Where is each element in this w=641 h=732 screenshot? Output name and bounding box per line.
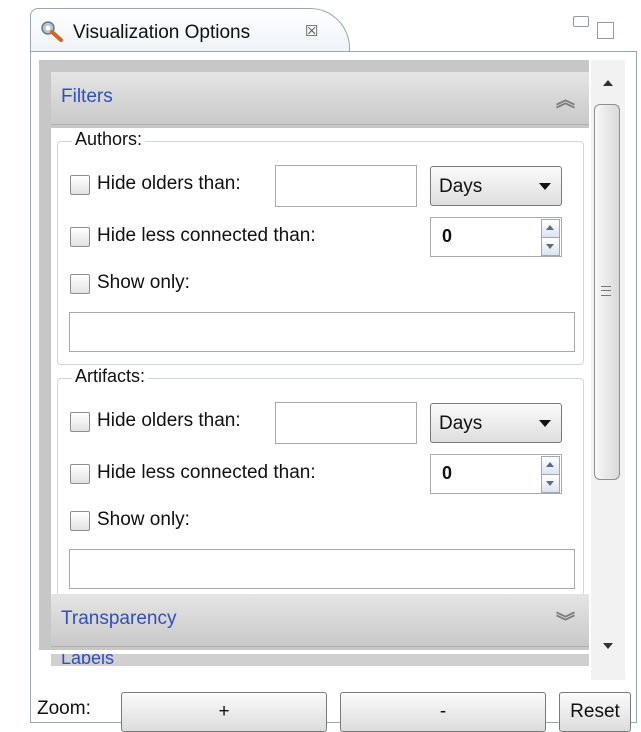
wrench-tool-icon — [41, 21, 63, 42]
spinner-up-icon[interactable] — [541, 219, 560, 238]
zoom-out-button[interactable]: - — [340, 692, 546, 732]
artifacts-show-only-input[interactable] — [69, 549, 575, 589]
chevron-down-icon — [539, 183, 551, 190]
visualization-options-view: Visualization Options ☒ Filters ︽ Author… — [30, 8, 637, 732]
transparency-section-header[interactable]: Transparency ︾ — [51, 594, 589, 647]
artifacts-show-only-label: Show only: — [97, 509, 190, 530]
vertical-scrollbar[interactable] — [591, 60, 625, 680]
close-icon[interactable]: ☒ — [305, 22, 318, 40]
filters-section-body: Authors: Hide olders than: Days Hide les… — [51, 128, 589, 606]
maximize-icon[interactable] — [597, 22, 614, 39]
authors-show-only-checkbox[interactable] — [70, 274, 90, 294]
authors-group: Authors: Hide olders than: Days Hide les… — [57, 129, 584, 365]
authors-hide-older-label: Hide olders than: — [97, 173, 241, 194]
minimize-icon[interactable] — [573, 16, 589, 27]
artifacts-hide-older-input[interactable] — [275, 402, 417, 444]
view-content: Filters ︽ Authors: Hide olders than: Day… — [30, 51, 637, 732]
authors-hide-less-label: Hide less connected than: — [97, 225, 316, 246]
labels-section-header[interactable]: Labels — [51, 654, 589, 666]
artifacts-unit-dropdown[interactable]: Days — [430, 403, 562, 443]
authors-hide-older-checkbox[interactable] — [70, 175, 90, 195]
authors-group-title: Authors: — [72, 129, 146, 150]
scroll-down-icon[interactable] — [603, 643, 613, 649]
authors-show-only-input[interactable] — [69, 312, 575, 352]
artifacts-hide-less-checkbox[interactable] — [70, 464, 90, 484]
authors-hide-less-value: 0 — [442, 226, 453, 246]
artifacts-unit-value: Days — [439, 413, 483, 434]
artifacts-group-title: Artifacts: — [72, 366, 149, 387]
collapse-chevron-icon[interactable]: ︽ — [556, 85, 575, 112]
scrollbar-thumb[interactable] — [594, 104, 620, 480]
artifacts-show-only-checkbox[interactable] — [70, 511, 90, 531]
grip-icon — [601, 286, 611, 296]
scroll-up-icon[interactable] — [603, 80, 613, 86]
chevron-down-icon — [539, 420, 551, 427]
transparency-section-title: Transparency — [61, 608, 177, 629]
reset-button[interactable]: Reset — [559, 692, 631, 732]
zoom-in-button[interactable]: + — [121, 692, 327, 732]
filters-section-title: Filters — [61, 86, 113, 107]
zoom-label: Zoom: — [37, 698, 91, 719]
filters-section-header[interactable]: Filters ︽ — [51, 72, 589, 125]
authors-hide-less-checkbox[interactable] — [70, 227, 90, 247]
authors-unit-dropdown[interactable]: Days — [430, 166, 562, 206]
authors-hide-less-spinner[interactable]: 0 — [430, 217, 562, 257]
artifacts-hide-less-label: Hide less connected than: — [97, 462, 316, 483]
view-tab[interactable]: Visualization Options ☒ — [30, 8, 350, 53]
authors-unit-value: Days — [439, 176, 483, 197]
artifacts-hide-older-label: Hide olders than: — [97, 410, 241, 431]
artifacts-group: Artifacts: Hide olders than: Days Hide l… — [57, 366, 584, 602]
artifacts-hide-less-value: 0 — [442, 463, 453, 483]
view-tab-bar: Visualization Options ☒ — [30, 8, 637, 53]
spinner-down-icon[interactable] — [541, 237, 560, 256]
artifacts-hide-less-spinner[interactable]: 0 — [430, 454, 562, 494]
spinner-down-icon[interactable] — [541, 474, 560, 493]
authors-hide-older-input[interactable] — [275, 165, 417, 207]
expand-bar-area: Filters ︽ Authors: Hide olders than: Day… — [39, 60, 589, 666]
expand-chevron-icon[interactable]: ︾ — [556, 607, 575, 634]
artifacts-hide-older-checkbox[interactable] — [70, 412, 90, 432]
zoom-bar: Zoom: + - Reset — [31, 692, 636, 732]
authors-show-only-label: Show only: — [97, 272, 190, 293]
labels-section-title: Labels — [61, 654, 115, 666]
view-title: Visualization Options — [73, 22, 251, 43]
spinner-up-icon[interactable] — [541, 456, 560, 475]
